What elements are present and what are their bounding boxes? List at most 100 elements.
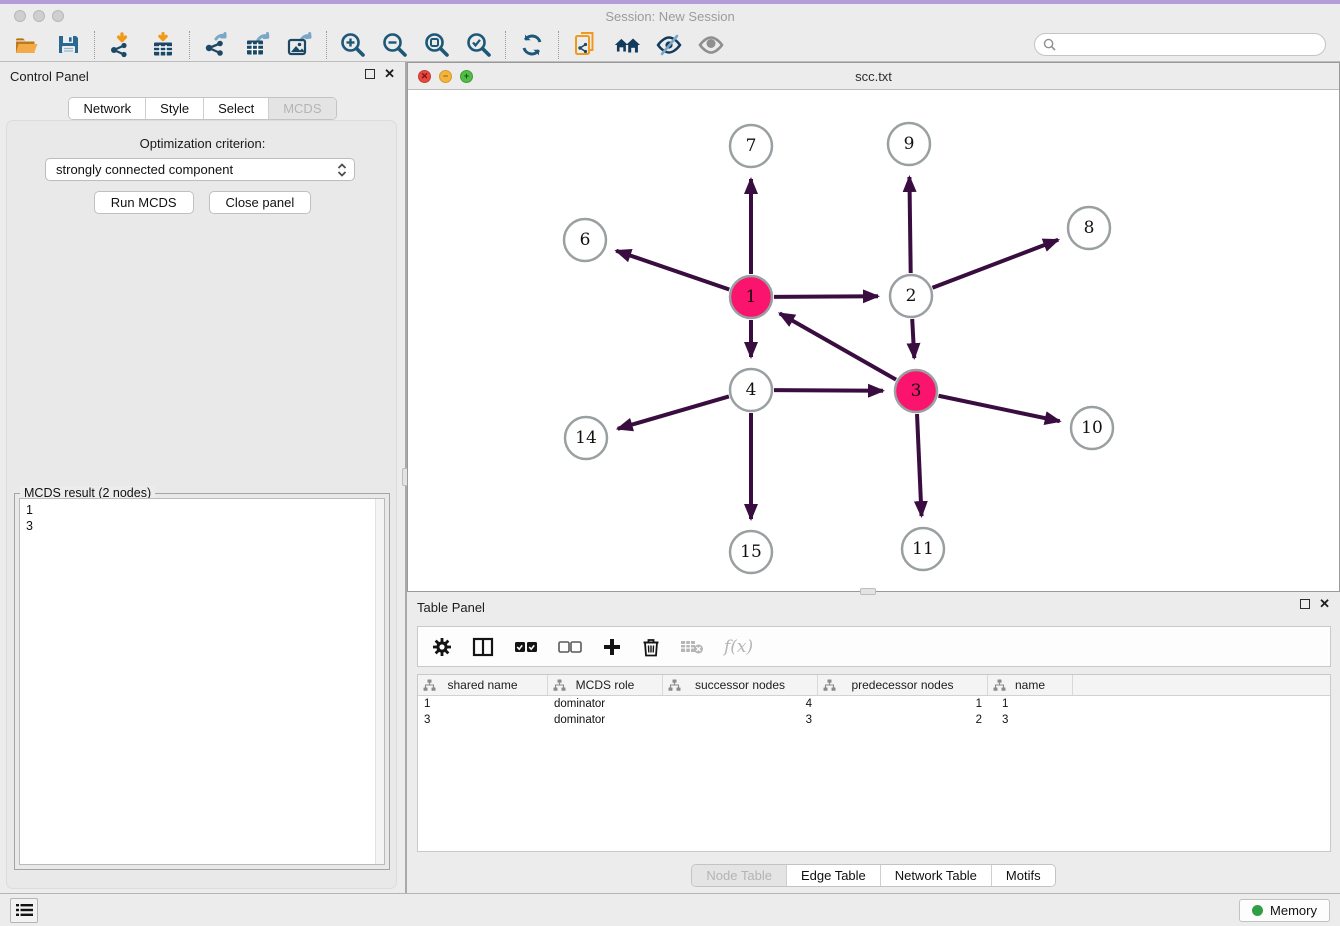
column-header-successor-nodes[interactable]: successor nodes (663, 675, 818, 695)
network-canvas[interactable]: 7 9 6 8 1 2 4 3 14 10 15 11 (408, 90, 1339, 591)
result-scrollbar[interactable] (375, 499, 384, 864)
import-table-button[interactable] (149, 31, 177, 59)
zoom-selected-icon (465, 31, 493, 59)
close-panel-icon[interactable]: ✕ (384, 69, 395, 79)
hide-graphics-button[interactable] (655, 31, 683, 59)
attribute-tree-icon (823, 679, 836, 692)
edge-4-14[interactable] (618, 396, 729, 428)
node-15[interactable]: 15 (730, 531, 772, 573)
network-close-button[interactable]: ✕ (418, 70, 431, 83)
edge-1-6[interactable] (616, 251, 729, 290)
tab-edge-table[interactable]: Edge Table (787, 865, 881, 886)
node-1[interactable]: 1 (730, 276, 772, 318)
result-line: 3 (26, 518, 378, 534)
edge-2-3[interactable] (912, 319, 914, 358)
attribute-tree-icon (553, 679, 566, 692)
home-button[interactable] (613, 31, 641, 59)
table-body: 1dominator4113dominator323 (418, 696, 1330, 728)
zoom-out-icon (381, 31, 409, 59)
run-mcds-button[interactable]: Run MCDS (94, 191, 194, 214)
table-row[interactable]: 1dominator411 (418, 696, 1330, 712)
tab-network-table[interactable]: Network Table (881, 865, 992, 886)
float-panel-icon[interactable] (365, 69, 375, 79)
export-network-button[interactable] (202, 31, 230, 59)
table-cell: 3 (663, 714, 818, 726)
zoom-selected-button[interactable] (465, 31, 493, 59)
tab-style[interactable]: Style (146, 98, 204, 119)
show-graphics-button[interactable] (697, 31, 725, 59)
refresh-network-button[interactable] (518, 31, 546, 59)
export-table-button[interactable] (244, 31, 272, 59)
svg-text:6: 6 (580, 230, 591, 250)
node-11[interactable]: 11 (902, 528, 944, 570)
node-3[interactable]: 3 (895, 370, 937, 412)
edge-3-11[interactable] (917, 414, 922, 516)
node-9[interactable]: 9 (888, 123, 930, 165)
edge-4-3[interactable] (774, 390, 883, 391)
delete-row-button[interactable] (642, 633, 660, 661)
network-graph: 7 9 6 8 1 2 4 3 14 10 15 11 (408, 90, 1339, 591)
close-table-panel-icon[interactable]: ✕ (1319, 599, 1330, 609)
edge-2-9[interactable] (909, 177, 910, 273)
share-session-button[interactable] (571, 31, 599, 59)
table-cell: 4 (663, 698, 818, 710)
select-all-columns-button[interactable] (514, 633, 538, 661)
edge-2-8[interactable] (932, 240, 1058, 288)
node-8[interactable]: 8 (1068, 207, 1110, 249)
column-header-predecessor-nodes[interactable]: predecessor nodes (818, 675, 988, 695)
search-field[interactable] (1034, 33, 1326, 56)
node-6[interactable]: 6 (564, 219, 606, 261)
node-7[interactable]: 7 (730, 125, 772, 167)
edge-3-1[interactable] (780, 313, 896, 379)
open-session-button[interactable] (12, 31, 40, 59)
search-input[interactable] (1061, 38, 1317, 52)
node-2[interactable]: 2 (890, 275, 932, 317)
close-window-button[interactable] (14, 10, 26, 22)
mcds-result-box: MCDS result (2 nodes) 13 (14, 493, 390, 870)
save-session-button[interactable] (54, 31, 82, 59)
add-row-button[interactable] (602, 633, 622, 661)
task-history-button[interactable] (10, 898, 38, 923)
minimize-window-button[interactable] (33, 10, 45, 22)
import-table-icon (150, 32, 176, 58)
tab-network[interactable]: Network (69, 98, 146, 119)
export-image-button[interactable] (286, 31, 314, 59)
maximize-window-button[interactable] (52, 10, 64, 22)
zoom-fit-button[interactable] (423, 31, 451, 59)
list-icon (16, 903, 33, 917)
tab-motifs[interactable]: Motifs (992, 865, 1055, 886)
zoom-out-button[interactable] (381, 31, 409, 59)
delete-table-button[interactable] (680, 633, 704, 661)
table-settings-button[interactable] (432, 633, 452, 661)
edge-1-2[interactable] (774, 296, 878, 297)
network-window-titlebar[interactable]: ✕ − + scc.txt (408, 63, 1339, 90)
zoom-in-button[interactable] (339, 31, 367, 59)
column-header-MCDS-role[interactable]: MCDS role (548, 675, 663, 695)
refresh-icon (519, 32, 545, 58)
float-table-panel-icon[interactable] (1300, 599, 1310, 609)
tab-node-table[interactable]: Node Table (692, 865, 787, 886)
table-cell: 3 (988, 714, 1073, 726)
close-panel-button[interactable]: Close panel (209, 191, 312, 214)
network-minimize-button[interactable]: − (439, 70, 452, 83)
column-header-name[interactable]: name (988, 675, 1073, 695)
horizontal-splitter-handle[interactable] (860, 588, 876, 595)
node-10[interactable]: 10 (1071, 407, 1113, 449)
export-image-icon (286, 31, 314, 58)
network-maximize-button[interactable]: + (460, 70, 473, 83)
optimization-criterion-select[interactable]: strongly connected component (45, 158, 355, 181)
edge-3-10[interactable] (939, 396, 1060, 421)
function-builder-button[interactable]: f(x) (724, 633, 753, 661)
deselect-all-columns-button[interactable] (558, 633, 582, 661)
node-4[interactable]: 4 (730, 369, 772, 411)
memory-button[interactable]: Memory (1239, 899, 1330, 922)
column-layout-button[interactable] (472, 633, 494, 661)
delete-table-icon (680, 639, 704, 655)
table-row[interactable]: 3dominator323 (418, 712, 1330, 728)
column-header-shared-name[interactable]: shared name (418, 675, 548, 695)
node-14[interactable]: 14 (565, 417, 607, 459)
export-network-icon (203, 31, 230, 58)
import-network-button[interactable] (107, 31, 135, 59)
tab-select[interactable]: Select (204, 98, 269, 119)
tab-mcds[interactable]: MCDS (269, 98, 335, 119)
